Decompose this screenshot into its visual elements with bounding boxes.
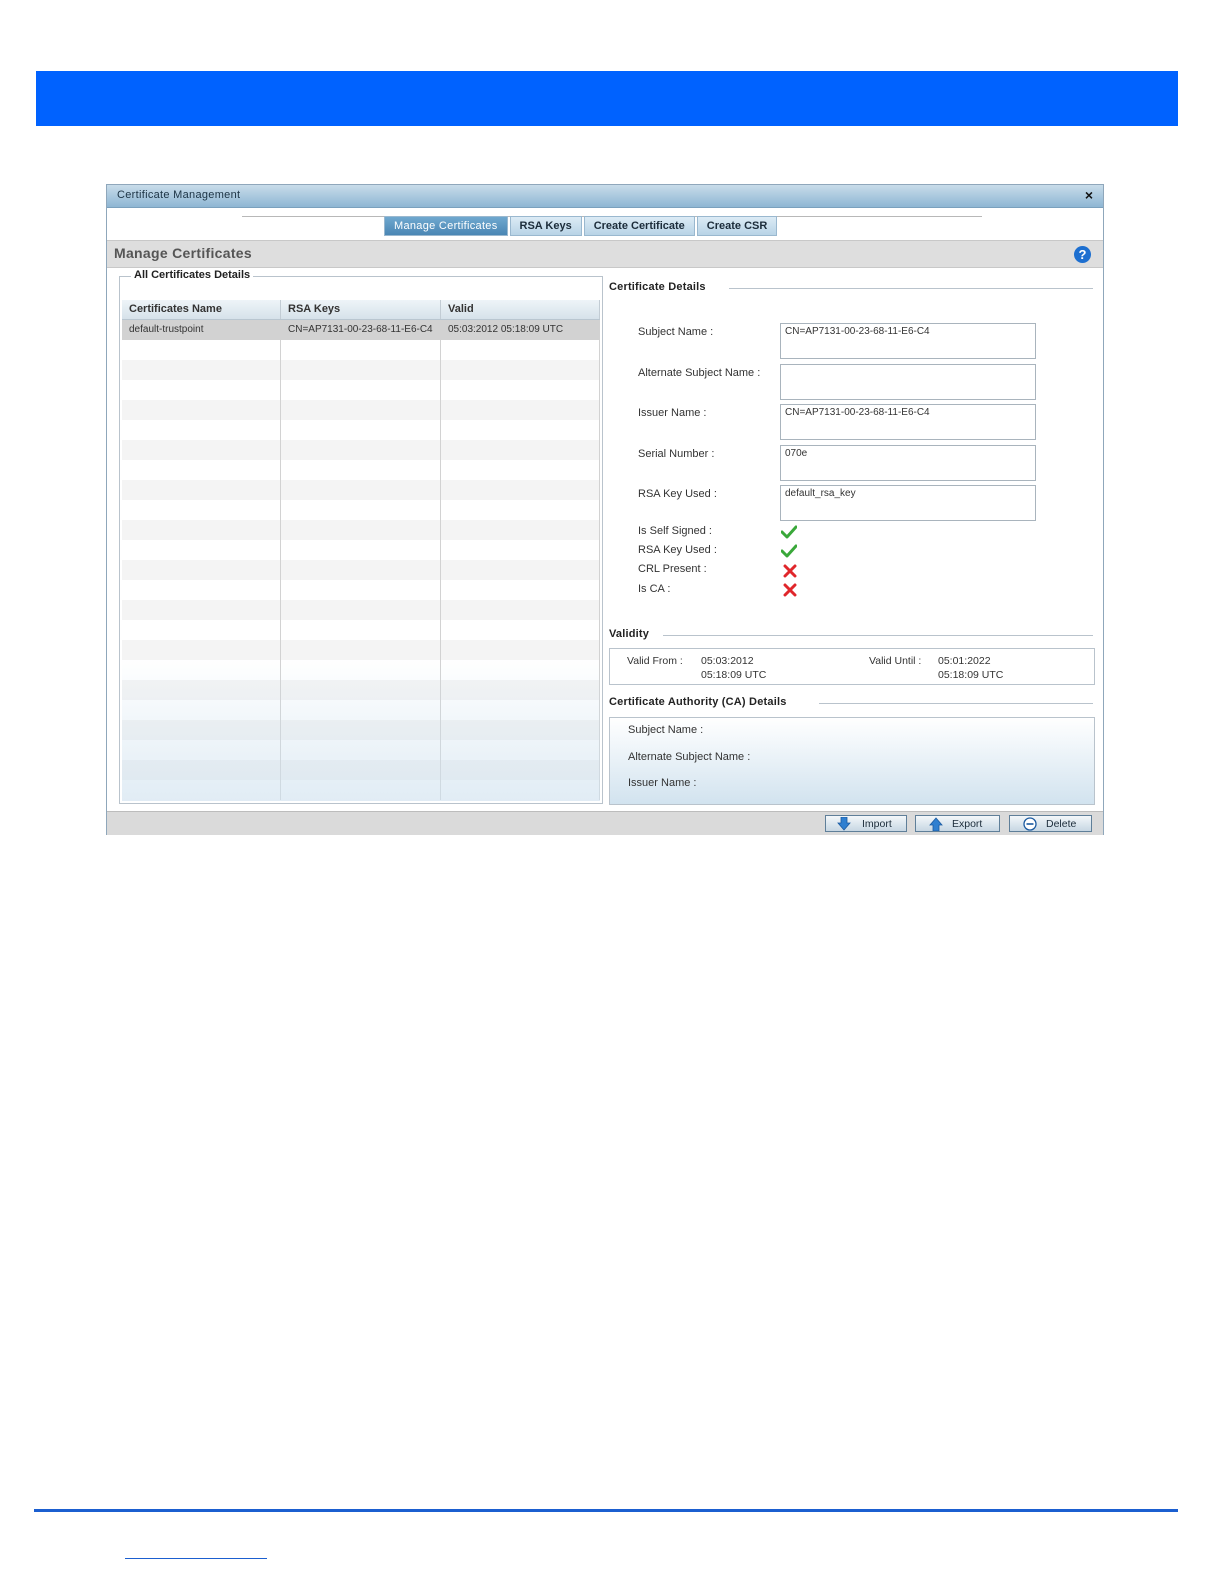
table-row-empty bbox=[122, 560, 600, 580]
ca-subject-name-label: Subject Name : bbox=[628, 724, 704, 736]
page-title: Manage Certificates bbox=[114, 245, 252, 261]
valid-from-label: Valid From : bbox=[627, 655, 683, 667]
validity-title: Validity bbox=[609, 628, 650, 640]
page-header: Manage Certificates ? bbox=[107, 240, 1103, 268]
certificate-management-window: Certificate Management × Manage Certific… bbox=[106, 184, 1104, 835]
tab-rsa-keys[interactable]: RSA Keys bbox=[509, 216, 582, 236]
section-rule bbox=[729, 288, 1093, 289]
cell-certificate-name: default-trustpoint bbox=[122, 320, 281, 340]
section-rule bbox=[819, 703, 1093, 704]
table-row-empty bbox=[122, 500, 600, 520]
ca-details-box: Subject Name : Alternate Subject Name : … bbox=[609, 717, 1095, 805]
table-row-empty bbox=[122, 680, 600, 700]
import-button[interactable]: Import bbox=[825, 815, 907, 832]
validity-box: Valid From : 05:03:2012 05:18:09 UTC Val… bbox=[609, 648, 1095, 685]
check-icon bbox=[781, 525, 797, 539]
cell-rsa-keys: CN=AP7131-00-23-68-11-E6-C4 bbox=[281, 320, 441, 340]
certificates-panel-legend: All Certificates Details bbox=[131, 269, 254, 281]
rsa-key-used-field[interactable]: default_rsa_key bbox=[780, 485, 1036, 521]
alt-subject-name-field[interactable] bbox=[780, 364, 1036, 400]
footer-rule bbox=[34, 1509, 1178, 1512]
tab-create-certificate[interactable]: Create Certificate bbox=[583, 216, 695, 236]
check-icon bbox=[781, 544, 797, 558]
table-row-empty bbox=[122, 540, 600, 560]
import-icon bbox=[837, 817, 851, 831]
issuer-name-field[interactable]: CN=AP7131-00-23-68-11-E6-C4 bbox=[780, 404, 1036, 440]
export-icon bbox=[929, 817, 943, 831]
valid-from-date: 05:03:2012 bbox=[701, 655, 754, 667]
table-row-empty bbox=[122, 580, 600, 600]
export-label: Export bbox=[952, 818, 983, 830]
rsa-key-used-flag-label: RSA Key Used : bbox=[638, 544, 717, 556]
table-row-empty bbox=[122, 520, 600, 540]
window-titlebar: Certificate Management × bbox=[107, 185, 1103, 208]
page-banner bbox=[36, 71, 1178, 126]
column-header-name[interactable]: Certificates Name bbox=[122, 300, 281, 319]
crl-present-label: CRL Present : bbox=[638, 563, 707, 575]
legend-rule bbox=[278, 276, 593, 277]
table-row-empty bbox=[122, 660, 600, 680]
table-row-empty bbox=[122, 420, 600, 440]
table-row-empty bbox=[122, 360, 600, 380]
ca-issuer-name-label: Issuer Name : bbox=[628, 777, 697, 789]
export-button[interactable]: Export bbox=[915, 815, 1000, 832]
valid-from-time: 05:18:09 UTC bbox=[701, 669, 767, 681]
table-row-empty bbox=[122, 620, 600, 640]
certificates-table-body: default-trustpoint CN=AP7131-00-23-68-11… bbox=[122, 320, 600, 801]
is-self-signed-label: Is Self Signed : bbox=[638, 525, 712, 537]
table-row[interactable]: default-trustpoint CN=AP7131-00-23-68-11… bbox=[122, 320, 600, 340]
ca-details-title: Certificate Authority (CA) Details bbox=[609, 696, 787, 708]
delete-button[interactable]: Delete bbox=[1009, 815, 1092, 832]
certificate-details-title: Certificate Details bbox=[609, 281, 706, 293]
table-row-empty bbox=[122, 480, 600, 500]
cell-valid: 05:03:2012 05:18:09 UTC bbox=[441, 320, 600, 340]
alt-subject-name-label: Alternate Subject Name : bbox=[638, 367, 761, 379]
rsa-key-used-label: RSA Key Used : bbox=[638, 488, 717, 500]
table-row-empty bbox=[122, 760, 600, 780]
section-rule bbox=[663, 635, 1093, 636]
window-title: Certificate Management bbox=[117, 189, 241, 201]
table-row-empty bbox=[122, 460, 600, 480]
footer-link-underline bbox=[125, 1558, 267, 1559]
tab-create-csr[interactable]: Create CSR bbox=[696, 216, 778, 236]
valid-until-label: Valid Until : bbox=[869, 655, 922, 667]
table-row-empty bbox=[122, 400, 600, 420]
is-ca-label: Is CA : bbox=[638, 583, 671, 595]
table-row-empty bbox=[122, 740, 600, 760]
close-icon[interactable]: × bbox=[1085, 187, 1093, 203]
table-row-empty bbox=[122, 700, 600, 720]
table-row-empty bbox=[122, 600, 600, 620]
column-header-valid[interactable]: Valid bbox=[441, 300, 600, 319]
table-row-empty bbox=[122, 440, 600, 460]
certificates-panel: All Certificates Details Certificates Na… bbox=[119, 269, 603, 804]
minus-circle-icon bbox=[1023, 817, 1037, 831]
import-label: Import bbox=[862, 818, 892, 830]
table-row-empty bbox=[122, 380, 600, 400]
valid-until-time: 05:18:09 UTC bbox=[938, 669, 1004, 681]
help-icon[interactable]: ? bbox=[1074, 246, 1091, 263]
x-icon bbox=[783, 583, 797, 597]
serial-number-field[interactable]: 070e bbox=[780, 445, 1036, 481]
tab-manage-certificates[interactable]: Manage Certificates bbox=[384, 216, 508, 236]
subject-name-label: Subject Name : bbox=[638, 326, 714, 338]
delete-label: Delete bbox=[1046, 818, 1077, 830]
valid-until-date: 05:01:2022 bbox=[938, 655, 991, 667]
action-bar: Import Export Delete bbox=[107, 811, 1103, 835]
table-row-empty bbox=[122, 340, 600, 360]
x-icon bbox=[783, 564, 797, 578]
subject-name-field[interactable]: CN=AP7131-00-23-68-11-E6-C4 bbox=[780, 323, 1036, 359]
issuer-name-label: Issuer Name : bbox=[638, 407, 707, 419]
table-row-empty bbox=[122, 780, 600, 800]
table-row-empty bbox=[122, 640, 600, 660]
table-row-empty bbox=[122, 720, 600, 740]
tab-bar: Manage Certificates RSA Keys Create Cert… bbox=[384, 216, 779, 236]
ca-alt-subject-name-label: Alternate Subject Name : bbox=[628, 751, 751, 763]
serial-number-label: Serial Number : bbox=[638, 448, 715, 460]
certificates-table-header: Certificates Name RSA Keys Valid bbox=[122, 300, 600, 320]
column-header-rsa-keys[interactable]: RSA Keys bbox=[281, 300, 441, 319]
